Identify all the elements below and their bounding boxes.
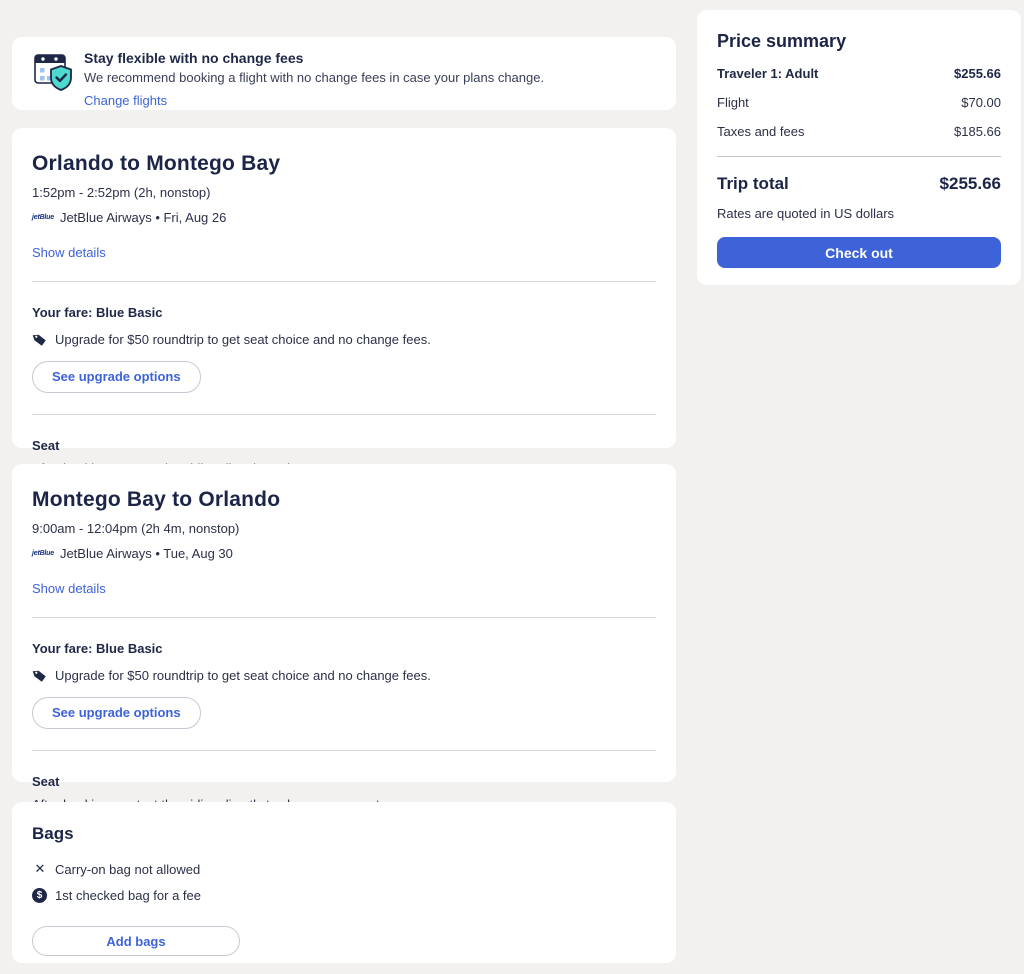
checkout-page: Stay flexible with no change fees We rec…: [0, 0, 1024, 974]
flight-card-outbound: Orlando to Montego Bay 1:52pm - 2:52pm (…: [12, 128, 676, 448]
price-row-traveler: Traveler 1: Adult $255.66: [717, 66, 1001, 81]
upgrade-row: Upgrade for $50 roundtrip to get seat ch…: [32, 332, 656, 347]
price-row-label: Traveler 1: Adult: [717, 66, 818, 81]
divider: [32, 617, 656, 618]
fare-label: Your fare: Blue Basic: [32, 305, 656, 320]
airline-label: JetBlue Airways • Tue, Aug 30: [60, 546, 233, 561]
flight-card-return: Montego Bay to Orlando 9:00am - 12:04pm …: [12, 464, 676, 782]
divider: [717, 156, 1001, 157]
show-details-link[interactable]: Show details: [32, 581, 106, 596]
check-out-button[interactable]: Check out: [717, 237, 1001, 268]
price-row-flight: Flight $70.00: [717, 95, 1001, 110]
flight-time: 9:00am - 12:04pm (2h 4m, nonstop): [32, 521, 656, 536]
see-upgrade-options-button[interactable]: See upgrade options: [32, 697, 201, 729]
bag-rule-row: $ 1st checked bag for a fee: [32, 888, 656, 903]
price-row-value: $70.00: [961, 95, 1001, 110]
flexibility-banner: Stay flexible with no change fees We rec…: [12, 37, 676, 110]
flight-time: 1:52pm - 2:52pm (2h, nonstop): [32, 185, 656, 200]
divider: [32, 414, 656, 415]
price-row-value: $185.66: [954, 124, 1001, 139]
airline-row: jetBlue JetBlue Airways • Tue, Aug 30: [32, 546, 656, 561]
show-details-link[interactable]: Show details: [32, 245, 106, 260]
flight-title: Orlando to Montego Bay: [32, 152, 656, 176]
bags-title: Bags: [32, 824, 656, 844]
banner-text: Stay flexible with no change fees We rec…: [84, 50, 656, 110]
banner-title: Stay flexible with no change fees: [84, 50, 656, 66]
price-row-label: Taxes and fees: [717, 124, 804, 139]
airline-row: jetBlue JetBlue Airways • Fri, Aug 26: [32, 210, 656, 225]
change-flights-link[interactable]: Change flights: [84, 93, 167, 108]
jetblue-logo-icon: jetBlue: [32, 214, 54, 221]
seat-label: Seat: [32, 774, 656, 789]
jetblue-logo-icon: jetBlue: [32, 550, 54, 557]
flight-title: Montego Bay to Orlando: [32, 488, 656, 512]
banner-body: We recommend booking a flight with no ch…: [84, 70, 656, 85]
trip-total-value: $255.66: [940, 174, 1001, 194]
price-summary-title: Price summary: [717, 31, 1001, 52]
price-row-label: Flight: [717, 95, 749, 110]
upgrade-text: Upgrade for $50 roundtrip to get seat ch…: [55, 668, 431, 683]
price-tag-icon: [32, 332, 47, 347]
price-summary-card: Price summary Traveler 1: Adult $255.66 …: [697, 10, 1021, 285]
dollar-circle-icon: $: [32, 888, 47, 903]
bag-rule-text: 1st checked bag for a fee: [55, 888, 201, 903]
x-icon: ✕: [32, 861, 48, 877]
price-row-taxes: Taxes and fees $185.66: [717, 124, 1001, 139]
airline-label: JetBlue Airways • Fri, Aug 26: [60, 210, 226, 225]
divider: [32, 281, 656, 282]
add-bags-button[interactable]: Add bags: [32, 926, 240, 956]
bag-rule-text: Carry-on bag not allowed: [55, 862, 200, 877]
upgrade-text: Upgrade for $50 roundtrip to get seat ch…: [55, 332, 431, 347]
trip-total-label: Trip total: [717, 174, 789, 194]
fare-label: Your fare: Blue Basic: [32, 641, 656, 656]
bags-card: Bags ✕ Carry-on bag not allowed $ 1st ch…: [12, 802, 676, 963]
see-upgrade-options-button[interactable]: See upgrade options: [32, 361, 201, 393]
price-tag-icon: [32, 668, 47, 683]
upgrade-row: Upgrade for $50 roundtrip to get seat ch…: [32, 668, 656, 683]
currency-note: Rates are quoted in US dollars: [717, 206, 1001, 221]
trip-total-row: Trip total $255.66: [717, 174, 1001, 194]
price-row-value: $255.66: [954, 66, 1001, 81]
calendar-shield-icon: [34, 51, 74, 97]
divider: [32, 750, 656, 751]
bag-rule-row: ✕ Carry-on bag not allowed: [32, 861, 656, 877]
seat-label: Seat: [32, 438, 656, 453]
